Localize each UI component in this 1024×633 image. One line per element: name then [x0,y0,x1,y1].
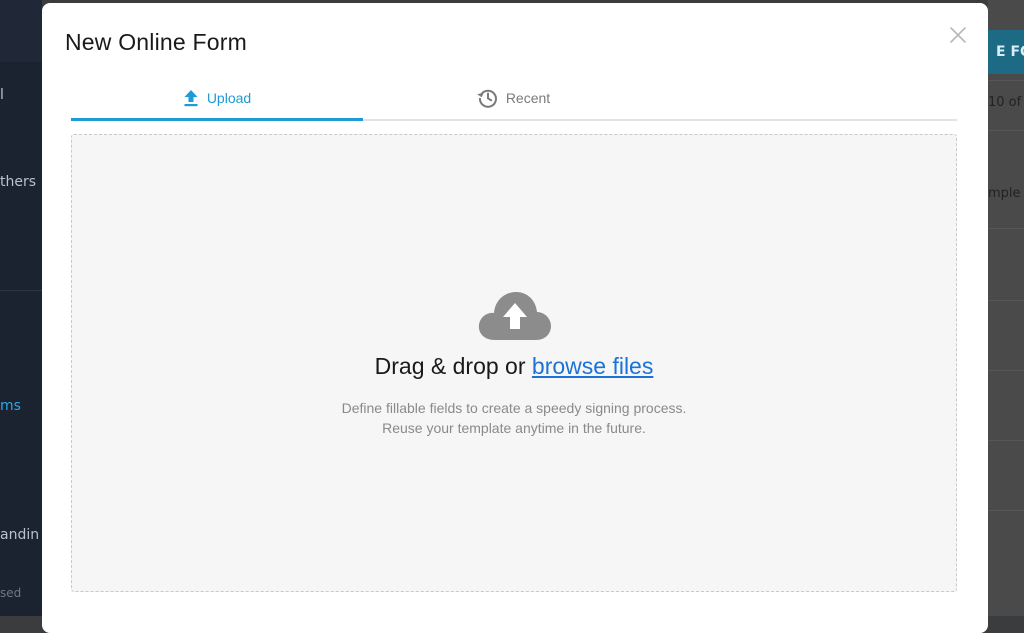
background-divider [988,510,1024,511]
background-divider [988,300,1024,301]
tab-recent[interactable]: Recent [363,77,663,119]
active-tab-indicator [71,118,363,121]
upload-arrow-icon [184,90,198,107]
background-divider [988,440,1024,441]
dropzone-heading-prefix: Drag & drop or [374,353,532,379]
history-icon [477,89,497,108]
background-sidebar: l thers ms andin sed [0,0,42,616]
background-primary-button: E FO [988,30,1024,74]
background-divider [0,290,42,291]
close-button[interactable] [946,23,970,47]
background-divider [988,370,1024,371]
background-divider [988,80,1024,81]
background-divider [988,228,1024,229]
background-divider [988,130,1024,131]
close-icon [950,27,966,43]
file-dropzone[interactable]: Drag & drop or browse files Define filla… [71,134,957,592]
cloud-upload-icon [478,292,551,340]
background-sidebar-item: l [0,87,4,103]
tab-bar: Upload Recent [71,77,957,121]
background-sidebar-item: andin [0,527,40,543]
tab-recent-label: Recent [505,90,551,106]
browse-files-link[interactable]: browse files [532,353,653,379]
tab-upload-label: Upload [206,90,252,106]
background-text: mple [988,186,1021,201]
background-sidebar-item: sed [0,586,22,600]
background-text: 10 of [988,95,1022,110]
tab-upload[interactable]: Upload [71,77,363,119]
background-main: E FO 10 of mple [988,0,1024,616]
background-sidebar-header [0,0,42,62]
dialog-title: New Online Form [65,29,247,55]
dropzone-heading: Drag & drop or browse files [72,353,956,380]
background-sidebar-item: thers [0,174,37,190]
new-online-form-dialog: New Online Form Upload Recent Drag & dro… [42,3,988,633]
dropzone-description-line-2: Reuse your template anytime in the futur… [382,420,646,436]
dropzone-description-line-1: Define fillable fields to create a speed… [341,400,687,416]
background-sidebar-item-active: ms [0,398,21,414]
